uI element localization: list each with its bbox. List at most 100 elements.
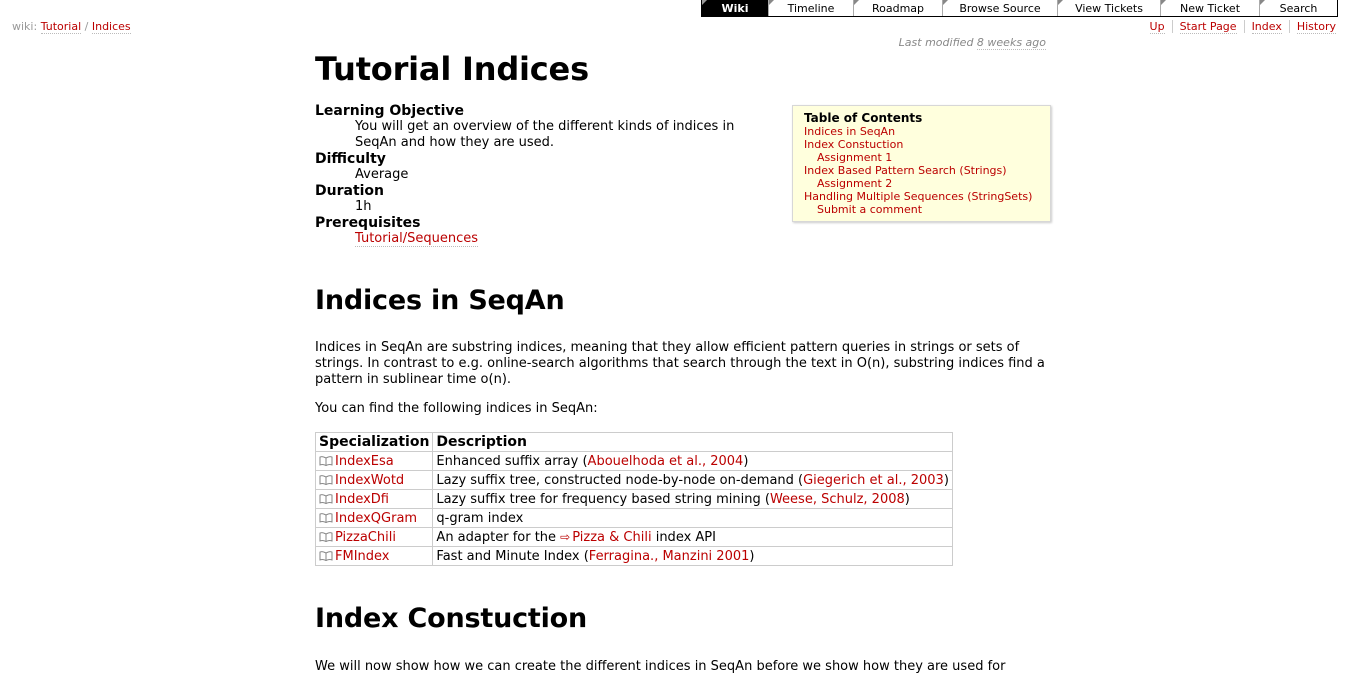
meta-desc-duration: 1h	[355, 199, 372, 214]
last-modified-age-link[interactable]: 8 weeks ago	[976, 36, 1046, 50]
reference-link[interactable]: Ferragina., Manzini 2001	[589, 549, 750, 564]
spec-link-indexqgram[interactable]: IndexQGram	[335, 511, 417, 526]
spec-link-pizzachili[interactable]: PizzaChili	[335, 530, 396, 545]
ctxnav-up-link[interactable]: Up	[1149, 20, 1165, 34]
table-cell-description: An adapter for the ⇨ Pizza & Chili index …	[432, 527, 953, 547]
description-text: )	[749, 548, 755, 564]
breadcrumb-separator: /	[84, 20, 89, 33]
table-cell-specialization: PizzaChili	[314, 527, 434, 547]
section-indices-paragraph-1: Indices in SeqAn are substring indices, …	[315, 340, 1045, 387]
nav-view-tickets[interactable]: View Tickets	[1057, 0, 1160, 16]
reference-link[interactable]: Abouelhoda et al., 2004	[588, 454, 744, 469]
toc-item-index-based-pattern-search-strings[interactable]: Index Based Pattern Search (Strings)	[804, 164, 1040, 177]
description-text: Lazy suffix tree, constructed node-by-no…	[436, 472, 804, 488]
nav-roadmap-label: Roadmap	[871, 1, 925, 15]
spec-link-indexdfi[interactable]: IndexDfi	[335, 492, 389, 507]
nav-timeline-label: Timeline	[787, 1, 835, 15]
toc-item-index-constuction[interactable]: Index Constuction	[804, 138, 1040, 151]
nav-new-ticket-label: New Ticket	[1179, 1, 1241, 15]
table-cell-description: Lazy suffix tree, constructed node-by-no…	[432, 470, 953, 490]
meta-term-objective: Learning Objective	[315, 103, 465, 119]
meta-term-prerequisites: Prerequisites	[315, 215, 421, 231]
breadcrumb-prefix: wiki:	[12, 20, 38, 33]
nav-wiki[interactable]: Wiki	[702, 0, 768, 16]
nav-corner-icon	[1161, 0, 1166, 5]
nav-new-ticket[interactable]: New Ticket	[1160, 0, 1259, 16]
toc-item-assignment-1[interactable]: Assignment 1	[804, 151, 1040, 164]
table-cell-specialization: FMIndex	[314, 546, 434, 566]
book-icon	[319, 550, 333, 561]
book-icon	[319, 474, 333, 485]
tutorial-meta-list: Learning Objective You will get an overv…	[315, 103, 765, 247]
ctxnav-start-page-link[interactable]: Start Page	[1179, 20, 1237, 34]
toc-list: Indices in SeqAn Index Constuction Assignm…	[804, 125, 1040, 216]
table-of-contents: Table of Contents Indices in SeqAn Index …	[792, 105, 1051, 222]
breadcrumb-indices-link[interactable]: Indices	[91, 20, 131, 34]
table-cell-description: Enhanced suffix array (Abouelhoda et al.…	[432, 451, 953, 471]
nav-view-tickets-label: View Tickets	[1075, 1, 1143, 15]
nav-corner-icon	[1260, 0, 1265, 5]
description-text: )	[943, 472, 949, 488]
reference-link[interactable]: Giegerich et al., 2003	[803, 473, 944, 488]
toc-item-assignment-2[interactable]: Assignment 2	[804, 177, 1040, 190]
external-link-icon: ⇨	[560, 529, 571, 544]
reference-link[interactable]: Weese, Schulz, 2008	[770, 492, 905, 507]
description-text: index API	[651, 529, 716, 545]
toc-item-submit-a-comment[interactable]: Submit a comment	[804, 203, 1040, 216]
table-cell-specialization: IndexEsa	[314, 451, 434, 471]
spec-link-indexesa[interactable]: IndexEsa	[335, 454, 394, 469]
table-cell-description: Lazy suffix tree for frequency based str…	[432, 489, 953, 509]
breadcrumb: wiki: Tutorial / Indices	[12, 20, 131, 34]
table-row: PizzaChili An adapter for the ⇨ Pizza & Ch…	[314, 527, 953, 547]
description-text: Enhanced suffix array (	[436, 453, 588, 469]
nav-corner-icon	[943, 0, 948, 5]
book-icon	[319, 455, 333, 466]
indices-table: Specialization Description IndexEsa Enhan…	[314, 432, 953, 566]
ctxnav-index-link[interactable]: Index	[1251, 20, 1282, 34]
table-cell-description: q-gram index	[432, 508, 953, 528]
nav-corner-icon	[702, 0, 707, 5]
spec-link-indexwotd[interactable]: IndexWotd	[335, 473, 404, 488]
nav-timeline[interactable]: Timeline	[768, 0, 853, 16]
nav-browse-source[interactable]: Browse Source	[942, 0, 1057, 16]
prerequisite-link[interactable]: Tutorial/Sequences	[355, 231, 479, 247]
description-text: Lazy suffix tree for frequency based str…	[436, 491, 770, 507]
table-row: FMIndex Fast and Minute Index (Ferragina.…	[314, 546, 953, 566]
nav-corner-icon	[769, 0, 774, 5]
toc-item-handling-multiple-sequences-stringsets[interactable]: Handling Multiple Sequences (StringSets)	[804, 190, 1040, 203]
nav-browse-source-label: Browse Source	[959, 1, 1041, 15]
table-row: IndexEsa Enhanced suffix array (Abouelhod…	[314, 451, 953, 471]
description-text: An adapter for the	[436, 529, 561, 545]
spec-link-fmindex[interactable]: FMIndex	[335, 549, 389, 564]
table-row: IndexDfi Lazy suffix tree for frequency b…	[314, 489, 953, 509]
nav-roadmap[interactable]: Roadmap	[853, 0, 942, 16]
table-cell-description: Fast and Minute Index (Ferragina., Manzi…	[432, 546, 953, 566]
context-navigation: Up Start Page Index History	[1143, 20, 1336, 34]
table-cell-specialization: IndexQGram	[314, 508, 434, 528]
ctxnav-history-link[interactable]: History	[1296, 20, 1336, 34]
last-modified-label: Last modified	[898, 36, 974, 49]
meta-desc-prerequisites: Tutorial/Sequences	[355, 231, 765, 247]
description-text: q-gram index	[436, 510, 524, 526]
nav-corner-icon	[1058, 0, 1063, 5]
section-indices-paragraph-2: You can find the following indices in Se…	[315, 401, 598, 416]
nav-search[interactable]: Search	[1259, 0, 1337, 16]
description-text: )	[904, 491, 910, 507]
meta-desc-difficulty: Average	[355, 167, 409, 182]
nav-wiki-label: Wiki	[721, 1, 749, 15]
section-construction-paragraph: We will now show how we can create the d…	[315, 659, 1006, 674]
table-header-row: Specialization Description	[314, 432, 953, 452]
main-navigation: Wiki Timeline Roadmap Browse Source View…	[701, 0, 1338, 17]
page-title: Tutorial Indices	[315, 50, 589, 88]
book-icon	[319, 531, 333, 542]
section-heading-construction: Index Constuction	[315, 603, 588, 634]
external-link[interactable]: Pizza & Chili	[572, 530, 651, 545]
meta-desc-objective: You will get an overview of the differen…	[355, 119, 735, 150]
toc-item-indices-in-seqan[interactable]: Indices in SeqAn	[804, 125, 1040, 138]
section-heading-indices: Indices in SeqAn	[315, 285, 565, 316]
description-text: )	[743, 453, 749, 469]
meta-term-difficulty: Difficulty	[315, 151, 386, 167]
nav-search-label: Search	[1279, 1, 1318, 15]
table-cell-specialization: IndexWotd	[314, 470, 434, 490]
breadcrumb-tutorial-link[interactable]: Tutorial	[40, 20, 82, 34]
